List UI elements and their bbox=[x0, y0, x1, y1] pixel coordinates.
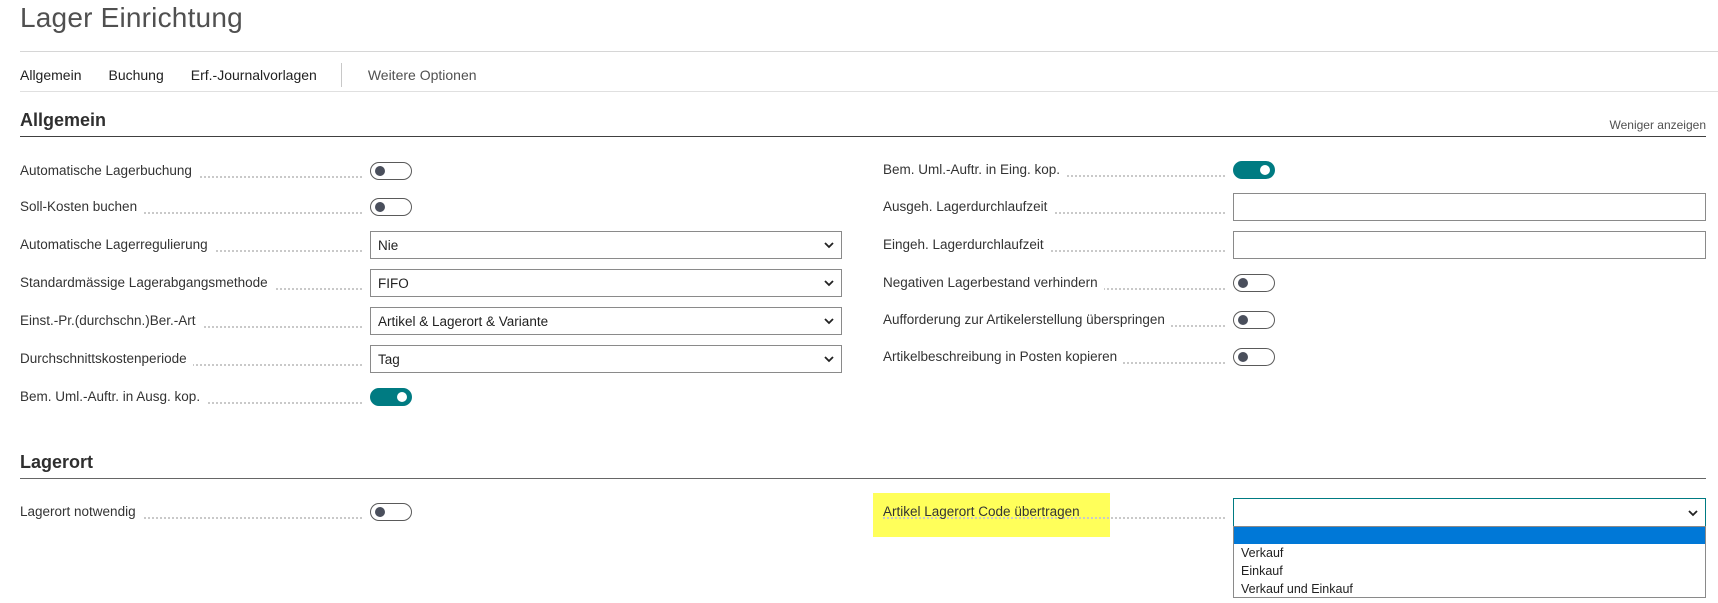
dropdown-option-empty[interactable] bbox=[1234, 527, 1705, 544]
action-separator bbox=[340, 63, 342, 87]
field-durchschnittskostenperiode: Durchschnittskostenperiode Tag bbox=[20, 345, 842, 373]
field-label: Aufforderung zur Artikelerstellung übers… bbox=[883, 312, 1171, 327]
field-label: Artikelbeschreibung in Posten kopieren bbox=[883, 349, 1124, 364]
section-title-allgemein[interactable]: Allgemein bbox=[20, 110, 106, 131]
field-soll-kosten-buchen: Soll-Kosten buchen bbox=[20, 193, 420, 221]
chevron-down-icon bbox=[1688, 510, 1698, 517]
field-artikel-lagerort-code: Artikel Lagerort Code übertragen bbox=[883, 498, 1233, 526]
soll-kosten-buchen-toggle[interactable] bbox=[370, 198, 412, 216]
bem-uml-ausg-toggle[interactable] bbox=[370, 388, 412, 406]
field-label: Bem. Uml.-Auftr. in Ausg. kop. bbox=[20, 389, 207, 404]
action-buchung[interactable]: Buchung bbox=[108, 67, 163, 83]
section-header-allgemein: Allgemein Weniger anzeigen bbox=[20, 104, 1706, 137]
more-options-button[interactable]: Weitere Optionen bbox=[368, 67, 477, 83]
field-eingeh-lagerdurchlaufzeit: Eingeh. Lagerdurchlaufzeit bbox=[883, 231, 1706, 259]
select-value: FIFO bbox=[378, 275, 409, 291]
field-lagerort-notwendig: Lagerort notwendig bbox=[20, 498, 420, 526]
field-label: Automatische Lagerbuchung bbox=[20, 163, 198, 178]
negativen-lagerbestand-toggle[interactable] bbox=[1233, 274, 1275, 292]
field-automatische-lagerregulierung: Automatische Lagerregulierung Nie bbox=[20, 231, 842, 259]
field-label: Bem. Uml.-Auftr. in Eing. kop. bbox=[883, 162, 1067, 177]
chevron-down-icon bbox=[824, 356, 834, 363]
select-value: Artikel & Lagerort & Variante bbox=[378, 313, 549, 329]
lagerort-notwendig-toggle[interactable] bbox=[370, 503, 412, 521]
artikelbeschreibung-kopieren-toggle[interactable] bbox=[1233, 348, 1275, 366]
field-label: Durchschnittskostenperiode bbox=[20, 351, 193, 366]
field-label: Automatische Lagerregulierung bbox=[20, 237, 214, 252]
show-less-link[interactable]: Weniger anzeigen bbox=[1609, 118, 1706, 132]
dropdown-listbox: Verkauf Einkauf Verkauf und Einkauf bbox=[1233, 526, 1706, 598]
field-label: Standardmässige Lagerabgangsmethode bbox=[20, 275, 274, 290]
field-label: Artikel Lagerort Code übertragen bbox=[883, 504, 1080, 519]
field-artikelerstellung-ueberspringen: Aufforderung zur Artikelerstellung übers… bbox=[883, 306, 1283, 334]
chevron-down-icon bbox=[824, 242, 834, 249]
field-label: Lagerort notwendig bbox=[20, 504, 142, 519]
field-einst-pr-ber-art: Einst.-Pr.(durchschn.)Ber.-Art Artikel &… bbox=[20, 307, 842, 335]
page-title: Lager Einrichtung bbox=[20, 2, 243, 33]
action-bar: Allgemein Buchung Erf.-Journalvorlagen W… bbox=[20, 60, 1718, 90]
durchschnittskostenperiode-select[interactable]: Tag bbox=[370, 345, 842, 373]
dropdown-option-einkauf[interactable]: Einkauf bbox=[1234, 562, 1705, 580]
select-value: Nie bbox=[378, 237, 399, 253]
section-rule bbox=[20, 136, 1706, 137]
dropdown-option-verkauf[interactable]: Verkauf bbox=[1234, 544, 1705, 562]
field-automatische-lagerbuchung: Automatische Lagerbuchung bbox=[20, 157, 420, 185]
field-lagerabgangsmethode: Standardmässige Lagerabgangsmethode FIFO bbox=[20, 269, 842, 297]
einst-pr-ber-art-select[interactable]: Artikel & Lagerort & Variante bbox=[370, 307, 842, 335]
field-negativen-lagerbestand: Negativen Lagerbestand verhindern bbox=[883, 269, 1283, 297]
field-label: Soll-Kosten buchen bbox=[20, 199, 144, 214]
field-label: Eingeh. Lagerdurchlaufzeit bbox=[883, 237, 1050, 252]
field-label: Ausgeh. Lagerdurchlaufzeit bbox=[883, 199, 1054, 214]
field-bem-uml-eing: Bem. Uml.-Auftr. in Eing. kop. bbox=[883, 156, 1283, 184]
select-value: Tag bbox=[378, 351, 400, 367]
section-title-lagerort[interactable]: Lagerort bbox=[20, 452, 93, 473]
chevron-down-icon bbox=[824, 318, 834, 325]
artikelerstellung-ueberspringen-toggle[interactable] bbox=[1233, 311, 1275, 329]
title-divider bbox=[20, 51, 1718, 52]
section-header-lagerort: Lagerort bbox=[20, 448, 1706, 479]
field-label: Einst.-Pr.(durchschn.)Ber.-Art bbox=[20, 313, 202, 328]
action-divider bbox=[20, 91, 1718, 92]
dropdown-option-verkauf-und-einkauf[interactable]: Verkauf und Einkauf bbox=[1234, 580, 1705, 598]
automatische-lagerregulierung-select[interactable]: Nie bbox=[370, 231, 842, 259]
eingeh-lagerdurchlaufzeit-input[interactable] bbox=[1233, 231, 1706, 259]
field-ausgeh-lagerdurchlaufzeit: Ausgeh. Lagerdurchlaufzeit bbox=[883, 193, 1706, 221]
ausgeh-lagerdurchlaufzeit-input[interactable] bbox=[1233, 193, 1706, 221]
action-allgemein[interactable]: Allgemein bbox=[20, 67, 81, 83]
automatische-lagerbuchung-toggle[interactable] bbox=[370, 162, 412, 180]
chevron-down-icon bbox=[824, 280, 834, 287]
section-rule bbox=[20, 478, 1706, 479]
bem-uml-eing-toggle[interactable] bbox=[1233, 161, 1275, 179]
artikel-lagerort-code-select[interactable] bbox=[1233, 498, 1706, 527]
field-label: Negativen Lagerbestand verhindern bbox=[883, 275, 1104, 290]
lagerabgangsmethode-select[interactable]: FIFO bbox=[370, 269, 842, 297]
action-journalvorlagen[interactable]: Erf.-Journalvorlagen bbox=[191, 67, 317, 83]
field-artikelbeschreibung-kopieren: Artikelbeschreibung in Posten kopieren bbox=[883, 343, 1283, 371]
field-bem-uml-ausg: Bem. Uml.-Auftr. in Ausg. kop. bbox=[20, 383, 420, 411]
